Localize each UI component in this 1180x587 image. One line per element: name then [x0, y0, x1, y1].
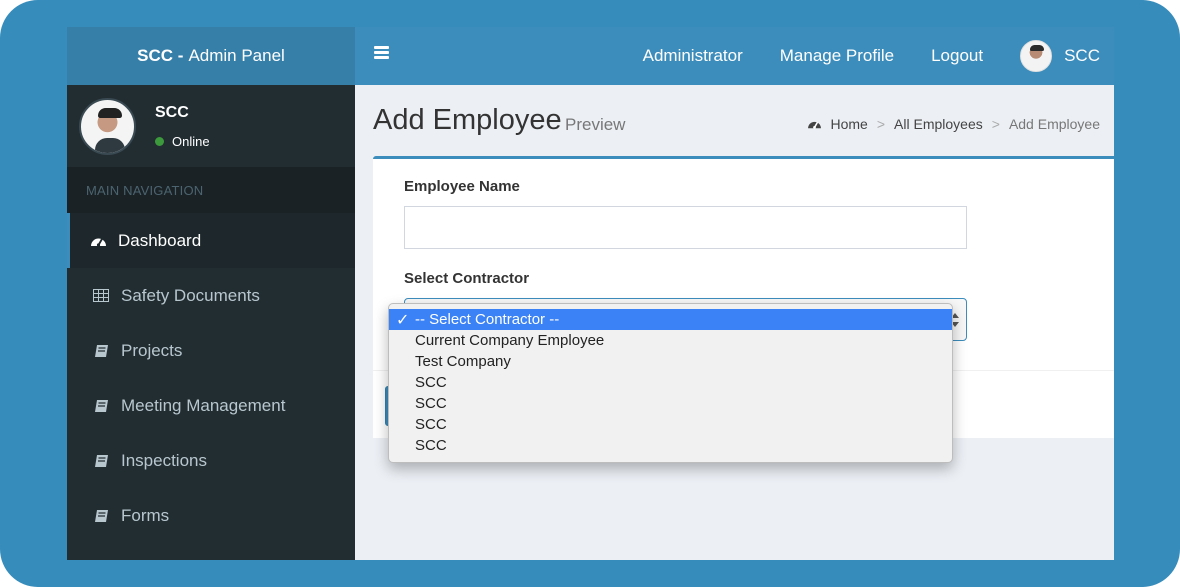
dropdown-option[interactable]: SCC	[389, 393, 952, 414]
book-icon	[92, 453, 110, 469]
brand-logo[interactable]: SCC - Admin Panel	[67, 27, 355, 85]
dropdown-option-label: -- Select Contractor --	[415, 311, 560, 328]
dropdown-option[interactable]: SCC	[389, 414, 952, 435]
book-icon	[92, 343, 110, 359]
breadcrumb-all-employees[interactable]: All Employees	[894, 116, 983, 132]
online-status-icon	[155, 137, 164, 146]
contractor-label: Select Contractor	[404, 270, 530, 287]
dashboard-icon	[89, 233, 107, 249]
menu-toggle-icon[interactable]	[374, 46, 389, 60]
breadcrumb-current: Add Employee	[1008, 116, 1100, 132]
dropdown-option-label: SCC	[415, 416, 447, 433]
sidebar-item-label: Inspections	[121, 450, 207, 470]
sidebar-item-label: Forms	[121, 505, 170, 525]
table-icon	[92, 288, 110, 304]
book-icon	[92, 508, 110, 524]
dashboard-icon	[807, 118, 822, 130]
device-frame: SCC - Admin Panel Administrator Manage P…	[0, 0, 1180, 587]
app-window: SCC - Admin Panel Administrator Manage P…	[67, 27, 1114, 560]
brand-text: Admin Panel	[188, 46, 285, 65]
breadcrumb-separator: >	[876, 116, 886, 132]
sidebar-item-forms[interactable]: Forms	[67, 488, 355, 543]
sidebar-user-name: SCC	[155, 104, 189, 121]
nav-administrator-link[interactable]: Administrator	[643, 46, 743, 66]
sidebar-item-label: Meeting Management	[121, 395, 286, 415]
user-status: Online	[155, 134, 210, 149]
dropdown-option[interactable]: Current Company Employee	[389, 330, 952, 351]
sidebar-avatar	[79, 98, 136, 155]
nav-header: MAIN NAVIGATION	[67, 167, 355, 213]
contractor-dropdown-list: ✓ -- Select Contractor -- Current Compan…	[388, 303, 953, 463]
dropdown-option[interactable]: SCC	[389, 372, 952, 393]
dropdown-option[interactable]: ✓ -- Select Contractor --	[389, 309, 952, 330]
user-menu[interactable]: SCC	[1020, 40, 1100, 72]
sidebar-item-meeting-management[interactable]: Meeting Management	[67, 378, 355, 433]
sidebar-item-dashboard[interactable]: Dashboard	[67, 213, 355, 268]
avatar	[1020, 40, 1053, 72]
sidebar-item-label: Projects	[121, 340, 183, 360]
sidebar-item-label: Dashboard	[118, 230, 202, 250]
sidebar-item-inspections[interactable]: Inspections	[67, 433, 355, 488]
page-title: Add Employee	[373, 104, 562, 136]
brand-bold: SCC -	[137, 46, 184, 65]
breadcrumb-separator: >	[991, 116, 1000, 132]
user-status-label: Online	[172, 134, 210, 149]
sidebar-item-projects[interactable]: Projects	[67, 323, 355, 378]
dropdown-option-label: Current Company Employee	[415, 332, 605, 349]
sidebar-item-safety-documents[interactable]: Safety Documents	[67, 268, 355, 323]
dropdown-option[interactable]: SCC	[389, 435, 952, 456]
top-nav-links: Administrator Manage Profile Logout SCC	[606, 27, 1100, 85]
dropdown-option-label: SCC	[415, 395, 447, 412]
page-subtitle: Preview	[565, 115, 626, 134]
dropdown-option-label: SCC	[415, 374, 447, 391]
breadcrumb: Home > All Employees > Add Employee	[807, 116, 1100, 132]
employee-name-input[interactable]	[404, 206, 967, 249]
nav-manage-profile-link[interactable]: Manage Profile	[780, 46, 894, 66]
book-icon	[92, 398, 110, 414]
user-info: SCC Online	[155, 104, 210, 149]
top-navbar: Administrator Manage Profile Logout SCC	[355, 27, 1114, 85]
checkmark-icon: ✓	[396, 312, 410, 329]
breadcrumb-home[interactable]: Home	[831, 116, 868, 132]
dropdown-option-label: Test Company	[415, 353, 511, 370]
dropdown-option-label: SCC	[415, 437, 447, 454]
user-menu-name: SCC	[1064, 46, 1100, 65]
dropdown-option[interactable]: Test Company	[389, 351, 952, 372]
sidebar-item-label: Safety Documents	[121, 285, 260, 305]
sidebar: SCC Online MAIN NAVIGATION Dashboard Saf…	[67, 85, 355, 560]
nav-logout-link[interactable]: Logout	[931, 46, 983, 66]
employee-name-label: Employee Name	[404, 178, 520, 195]
user-panel: SCC Online	[67, 85, 355, 167]
